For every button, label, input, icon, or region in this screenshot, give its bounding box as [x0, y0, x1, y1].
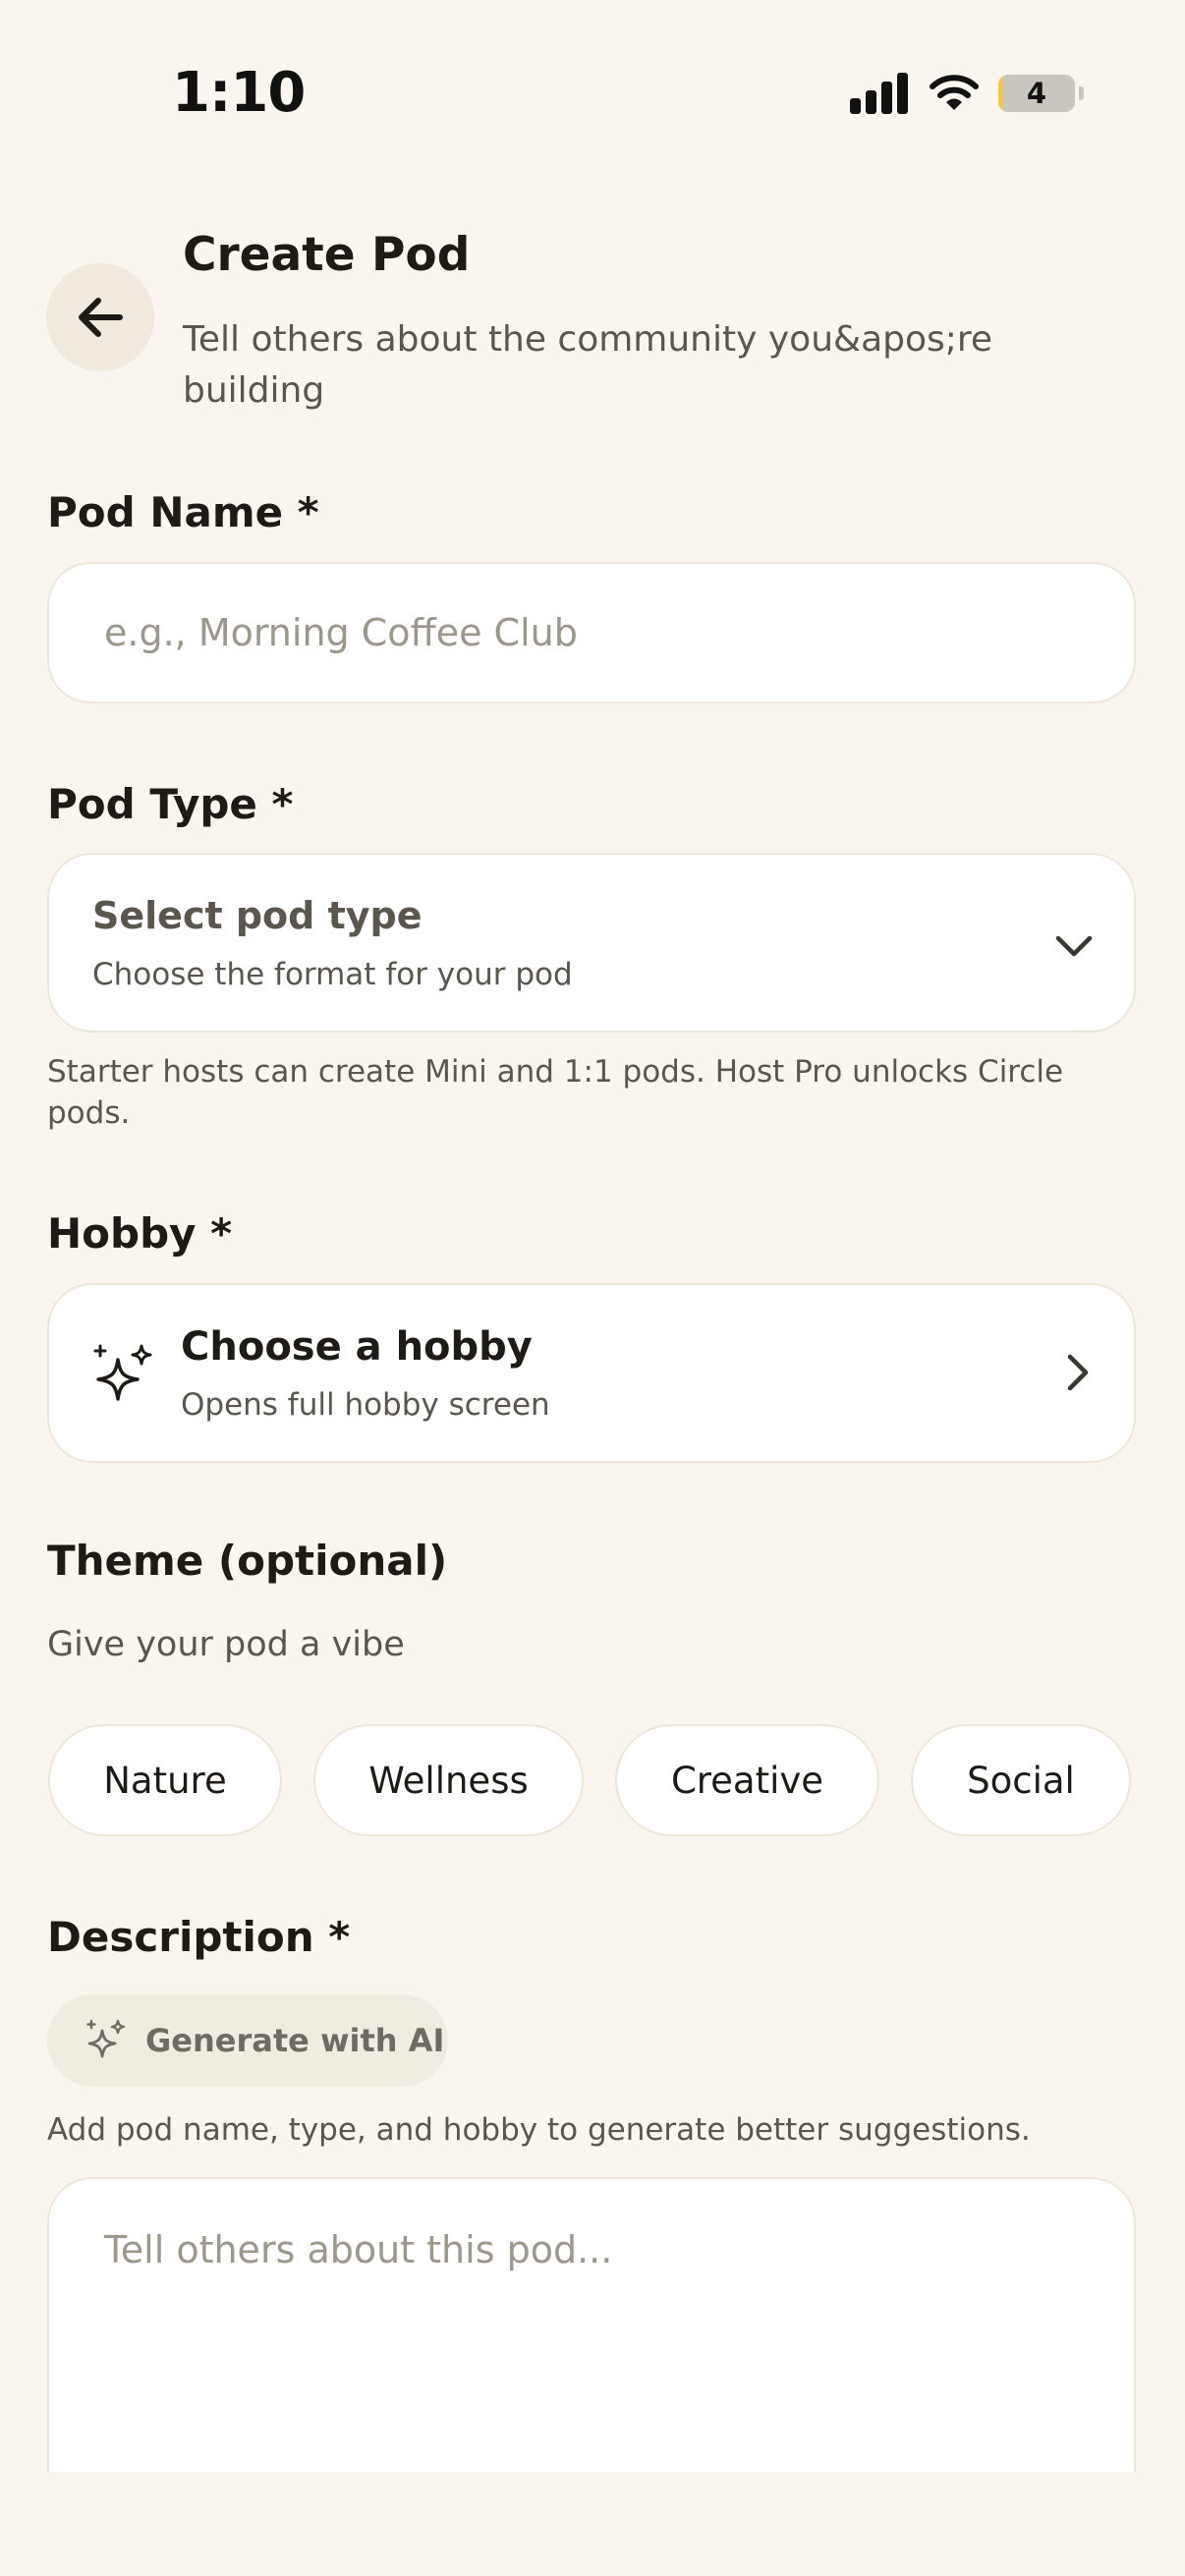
- description-textarea[interactable]: Tell others about this pod...: [47, 2177, 1136, 2472]
- back-button[interactable]: [46, 263, 154, 371]
- theme-chip-wellness[interactable]: Wellness: [313, 1724, 584, 1836]
- choose-hobby-subtitle: Opens full hobby screen: [181, 1387, 550, 1423]
- theme-subtitle: Give your pod a vibe: [47, 1625, 405, 1664]
- pod-type-label: Pod Type *: [47, 780, 294, 828]
- battery-level: 4: [1026, 77, 1047, 110]
- bottom-safe-area: [0, 2476, 1185, 2576]
- chevron-down-icon: [1055, 935, 1093, 957]
- chevron-right-icon: [1067, 1354, 1089, 1391]
- description-label: Description *: [47, 1913, 351, 1961]
- pod-name-placeholder: e.g., Morning Coffee Club: [104, 611, 578, 654]
- generate-with-ai-button[interactable]: Generate with AI: [47, 1994, 448, 2087]
- theme-chip-nature[interactable]: Nature: [48, 1724, 282, 1836]
- description-placeholder: Tell others about this pod...: [104, 2228, 613, 2271]
- cellular-signal-icon: [847, 71, 908, 114]
- choose-hobby-title: Choose a hobby: [181, 1324, 533, 1370]
- pod-type-helper: Starter hosts can create Mini and 1:1 po…: [47, 1054, 1064, 1131]
- battery-icon: 4: [998, 75, 1075, 112]
- arrow-left-icon: [79, 298, 123, 337]
- page-title: Create Pod: [183, 228, 471, 282]
- pod-name-label: Pod Name *: [47, 488, 319, 536]
- hobby-label: Hobby *: [47, 1209, 233, 1258]
- wifi-icon: [930, 75, 979, 110]
- status-time: 1:10: [172, 61, 306, 125]
- pod-type-select[interactable]: Select pod type Choose the format for yo…: [47, 853, 1136, 1033]
- pod-type-select-title: Select pod type: [92, 894, 423, 937]
- battery-cap: [1079, 86, 1084, 100]
- sparkle-icon: [86, 2019, 126, 2058]
- sparkle-icon: [93, 1344, 152, 1401]
- theme-chip-social[interactable]: Social: [911, 1724, 1131, 1836]
- generate-with-ai-label: Generate with AI: [145, 2022, 445, 2059]
- pod-type-select-subtitle: Choose the format for your pod: [92, 957, 573, 992]
- theme-label: Theme (optional): [47, 1537, 448, 1585]
- pod-name-input[interactable]: e.g., Morning Coffee Club: [47, 562, 1136, 703]
- page-subtitle: Tell others about the community you&apos…: [183, 319, 993, 411]
- choose-hobby-button[interactable]: Choose a hobby Opens full hobby screen: [47, 1283, 1136, 1463]
- theme-chip-creative[interactable]: Creative: [615, 1724, 879, 1836]
- status-icons: 4: [847, 71, 1084, 120]
- description-helper: Add pod name, type, and hobby to generat…: [47, 2112, 1031, 2148]
